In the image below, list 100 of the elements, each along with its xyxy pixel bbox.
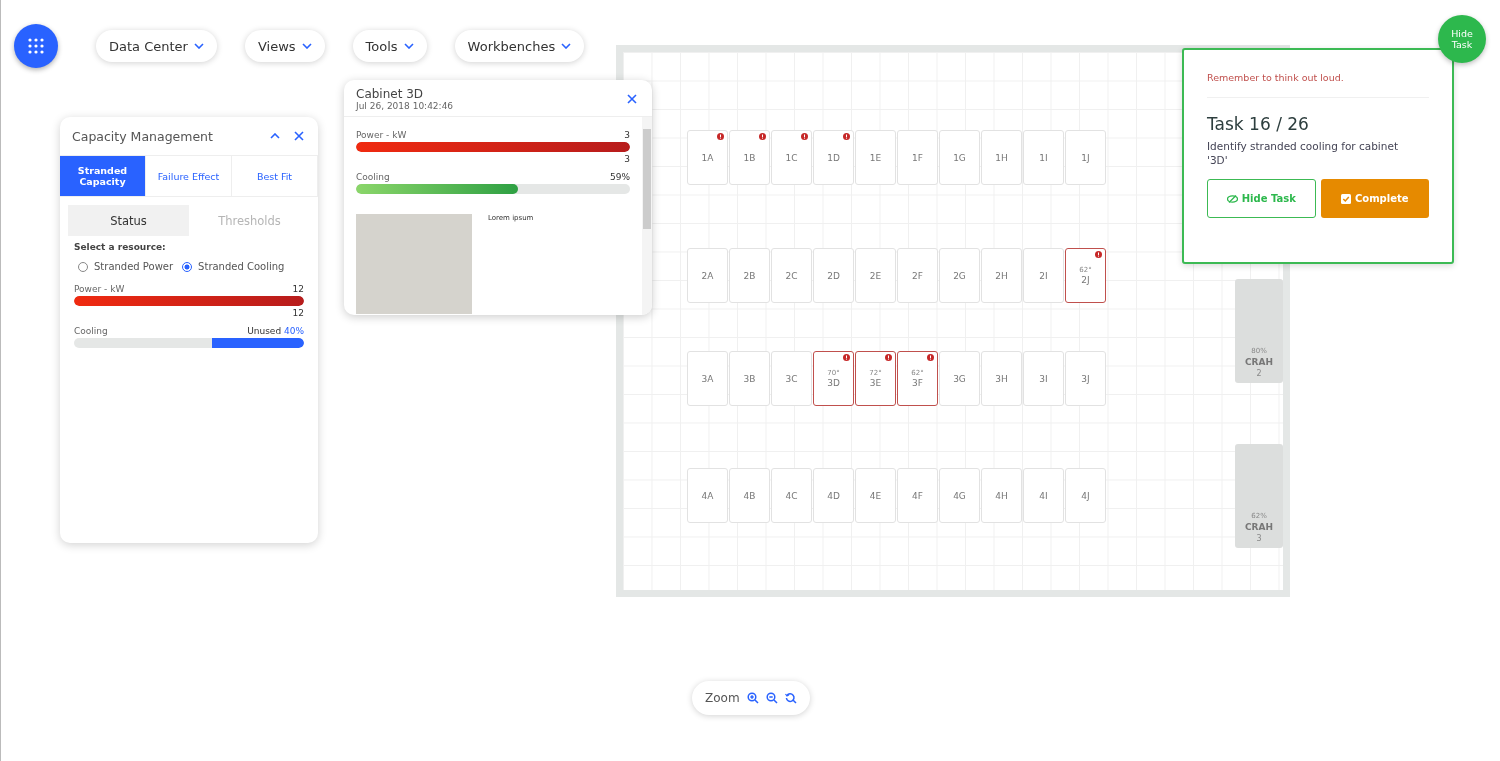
cabinet-tile[interactable]: 4D bbox=[813, 468, 854, 523]
zoom-out-icon[interactable] bbox=[765, 692, 778, 704]
meter-value: 12 bbox=[292, 284, 304, 294]
cabinet-tile[interactable]: 3G bbox=[939, 351, 980, 406]
cabinet-tile[interactable]: 4B bbox=[729, 468, 770, 523]
cabinet-label: 2J bbox=[1081, 275, 1090, 285]
cabinet-label: 4H bbox=[995, 490, 1008, 501]
cabinet-tile[interactable]: 2A bbox=[687, 248, 728, 303]
menu-button[interactable]: Data Center bbox=[96, 30, 217, 62]
cabinet-label: 1H bbox=[995, 152, 1008, 163]
cabinet-tile[interactable]: 1J bbox=[1065, 130, 1106, 185]
cabinet-label: 2I bbox=[1039, 270, 1048, 281]
grid-icon bbox=[27, 37, 45, 55]
menu-button[interactable]: Views bbox=[244, 30, 325, 62]
cabinet-tile[interactable]: 3I bbox=[1023, 351, 1064, 406]
cabinet-label: 3E bbox=[869, 378, 882, 388]
hide-task-button[interactable]: Hide Task bbox=[1207, 179, 1316, 219]
zoom-in-icon[interactable] bbox=[746, 692, 759, 704]
tab[interactable]: Stranded Capacity bbox=[60, 156, 146, 196]
scrollbar[interactable] bbox=[642, 117, 652, 315]
task-title: Task 16 / 26 bbox=[1207, 114, 1310, 134]
radio-label: Stranded Cooling bbox=[198, 261, 285, 272]
meter-value: 3 bbox=[624, 154, 630, 164]
meter-label: Cooling bbox=[356, 172, 390, 182]
cabinet-label: 4C bbox=[785, 490, 798, 501]
task-description: Identify stranded cooling for cabinet '3D' bbox=[1207, 140, 1399, 168]
reminder-text: Remember to think out loud. bbox=[1207, 72, 1429, 98]
cabinet-label: 1B bbox=[743, 152, 756, 163]
cabinet-tile[interactable]: 3B bbox=[729, 351, 770, 406]
cabinet-tile[interactable]: 4J bbox=[1065, 468, 1106, 523]
close-icon[interactable] bbox=[627, 94, 637, 104]
checkbox-icon bbox=[1340, 193, 1351, 204]
cabinet-tile[interactable]: 1I bbox=[1023, 130, 1064, 185]
cabinet-tile[interactable]: 2B bbox=[729, 248, 770, 303]
chevron-down-icon bbox=[301, 43, 312, 49]
cabinet-tile[interactable]: 1E bbox=[855, 130, 896, 185]
cabinet-tile[interactable]: 1C bbox=[771, 130, 812, 185]
cabinet-tile[interactable]: 1A bbox=[687, 130, 728, 185]
cabinet-label: 3G bbox=[953, 373, 966, 384]
meter-label: Cooling bbox=[74, 326, 108, 336]
cabinet-tile[interactable]: 3A bbox=[687, 351, 728, 406]
cabinet-label: 3I bbox=[1039, 373, 1048, 384]
close-icon[interactable] bbox=[294, 131, 304, 141]
zoom-reset-icon[interactable] bbox=[784, 692, 797, 704]
cabinet-tile[interactable]: 4G bbox=[939, 468, 980, 523]
popup-title: Cabinet 3D bbox=[356, 87, 425, 101]
cabinet-label: 3F bbox=[912, 378, 923, 388]
cabinet-tile[interactable]: 2F bbox=[897, 248, 938, 303]
cabinet-tile[interactable]: 2I bbox=[1023, 248, 1064, 303]
radio-label: Stranded Power bbox=[94, 261, 174, 272]
radio-option[interactable]: Stranded Cooling bbox=[182, 261, 285, 272]
cabinet-tile[interactable]: 1G bbox=[939, 130, 980, 185]
complete-button[interactable]: Complete bbox=[1320, 179, 1429, 219]
collapse-icon[interactable] bbox=[270, 133, 280, 139]
cabinet-label: 1A bbox=[701, 152, 714, 163]
cabinet-tile[interactable]: 3H bbox=[981, 351, 1022, 406]
cabinet-label: 4J bbox=[1081, 490, 1090, 501]
unused-label: Unused bbox=[247, 326, 282, 336]
cabinet-label: 3J bbox=[1081, 373, 1090, 384]
chevron-down-icon bbox=[561, 43, 572, 49]
apps-menu-button[interactable] bbox=[14, 24, 58, 68]
cabinet-label: 1C bbox=[785, 152, 798, 163]
cabinet-label: 4A bbox=[701, 490, 714, 501]
crah-label: CRAH bbox=[1244, 357, 1273, 367]
cabinet-label: 1F bbox=[912, 152, 923, 163]
menu-button[interactable]: Tools bbox=[352, 30, 427, 62]
cabinet-tile[interactable]: 3C bbox=[771, 351, 812, 406]
cabinet-label: 1J bbox=[1081, 152, 1090, 163]
cabinet-label: 2A bbox=[701, 270, 714, 281]
cabinet-label: 2F bbox=[912, 270, 923, 281]
cabinet-tile[interactable]: 4F bbox=[897, 468, 938, 523]
hide-task-button[interactable]: Hide Task bbox=[1438, 15, 1486, 63]
cabinet-tile[interactable]: 3J bbox=[1065, 351, 1106, 406]
cabinet-tile[interactable]: 1H bbox=[981, 130, 1022, 185]
cabinet-tile[interactable]: 4A bbox=[687, 468, 728, 523]
cabinet-tile[interactable]: 1F bbox=[897, 130, 938, 185]
cabinet-label: 2D bbox=[827, 270, 840, 281]
radio-option[interactable]: Stranded Power bbox=[78, 261, 174, 272]
cabinet-tile[interactable]: 2D bbox=[813, 248, 854, 303]
meter-value: 59% bbox=[610, 172, 630, 182]
cabinet-tile[interactable]: 4I bbox=[1023, 468, 1064, 523]
cabinet-tile[interactable]: 2C bbox=[771, 248, 812, 303]
cabinet-label: 3D bbox=[827, 378, 840, 388]
cabinet-tile[interactable]: 2H bbox=[981, 248, 1022, 303]
cabinet-tile[interactable]: 4C bbox=[771, 468, 812, 523]
cabinet-tile[interactable]: 2E bbox=[855, 248, 896, 303]
cabinet-label: 4B bbox=[743, 490, 756, 501]
cabinet-label: 4G bbox=[953, 490, 966, 501]
radio-button[interactable] bbox=[182, 261, 193, 272]
cabinet-tile[interactable]: 1D bbox=[813, 130, 854, 185]
cabinet-tile[interactable]: 2G bbox=[939, 248, 980, 303]
zoom-label: Zoom bbox=[705, 691, 740, 705]
meter-value: 3 bbox=[624, 130, 630, 140]
cabinet-tile[interactable]: 1B bbox=[729, 130, 770, 185]
menu-button[interactable]: Workbenches bbox=[454, 30, 585, 62]
crah-number: 2 bbox=[1256, 369, 1262, 378]
cabinet-label: 1I bbox=[1039, 152, 1048, 163]
cabinet-tile[interactable]: 4H bbox=[981, 468, 1022, 523]
cabinet-tile[interactable]: 4E bbox=[855, 468, 896, 523]
sub-tab[interactable]: Status bbox=[68, 205, 189, 236]
